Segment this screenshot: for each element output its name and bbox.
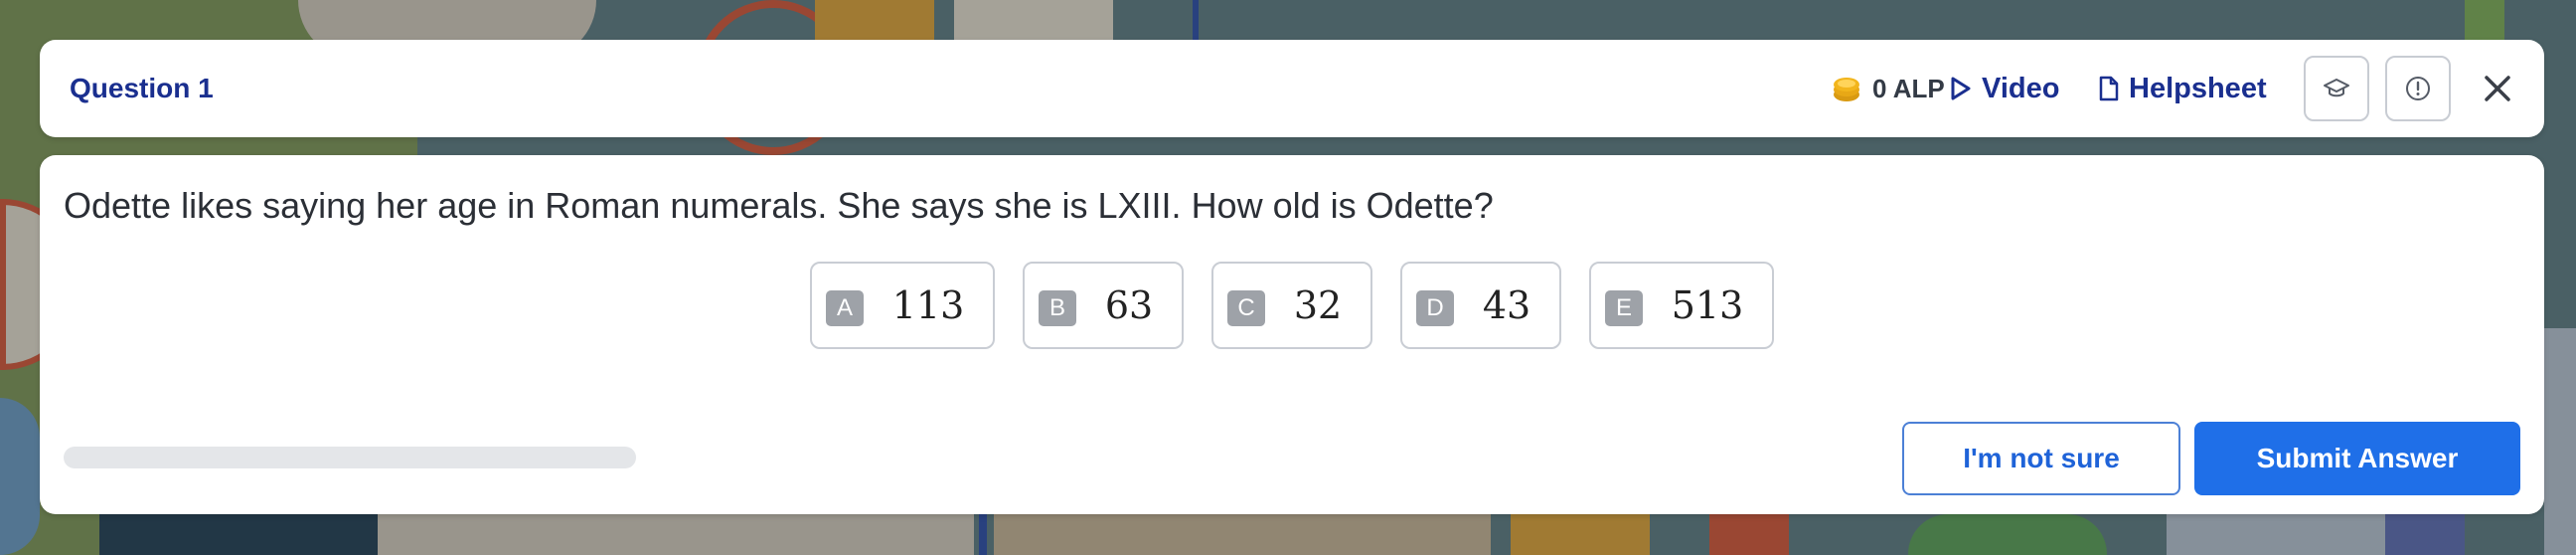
close-icon: [2485, 76, 2510, 101]
answer-option-b[interactable]: B 63: [1023, 262, 1184, 349]
coin-icon: [1834, 78, 1859, 101]
option-letter: B: [1039, 290, 1076, 326]
alp-value: 0 ALP: [1872, 73, 1945, 103]
document-icon: [2099, 76, 2119, 101]
alert-circle-icon: [2406, 77, 2430, 100]
answer-option-d[interactable]: D 43: [1400, 262, 1561, 349]
option-letter: A: [826, 290, 864, 326]
answer-option-e[interactable]: E 513: [1589, 262, 1774, 349]
option-letter: E: [1605, 290, 1643, 326]
alp-counter: 0 ALP: [1831, 40, 1945, 137]
option-letter: D: [1416, 290, 1454, 326]
video-link[interactable]: Video: [1950, 40, 2059, 137]
option-value: 113: [891, 283, 965, 327]
video-label: Video: [1982, 72, 2060, 104]
report-button[interactable]: [2385, 56, 2451, 121]
helpsheet-label: Helpsheet: [2129, 72, 2267, 104]
graduation-cap-icon: [2324, 79, 2349, 97]
submit-answer-button[interactable]: Submit Answer: [2194, 422, 2520, 495]
question-title: Question 1: [70, 73, 214, 103]
option-value: 32: [1293, 283, 1343, 327]
option-value: 513: [1671, 283, 1744, 327]
question-panel: Odette likes saying her age in Roman num…: [40, 155, 2544, 514]
question-text: Odette likes saying her age in Roman num…: [64, 185, 1494, 226]
helpsheet-link[interactable]: Helpsheet: [2099, 40, 2267, 137]
option-letter: C: [1227, 290, 1265, 326]
not-sure-button[interactable]: I'm not sure: [1902, 422, 2180, 495]
progress-bar: [64, 447, 636, 468]
option-value: 63: [1104, 283, 1154, 327]
option-value: 43: [1482, 283, 1531, 327]
play-icon: [1951, 77, 1971, 100]
answer-option-c[interactable]: C 32: [1211, 262, 1372, 349]
question-header: Question 1 0 ALP Video Helpsheet: [40, 40, 2544, 137]
close-button[interactable]: [2465, 56, 2530, 121]
lesson-button[interactable]: [2304, 56, 2369, 121]
answer-option-a[interactable]: A 113: [810, 262, 995, 349]
